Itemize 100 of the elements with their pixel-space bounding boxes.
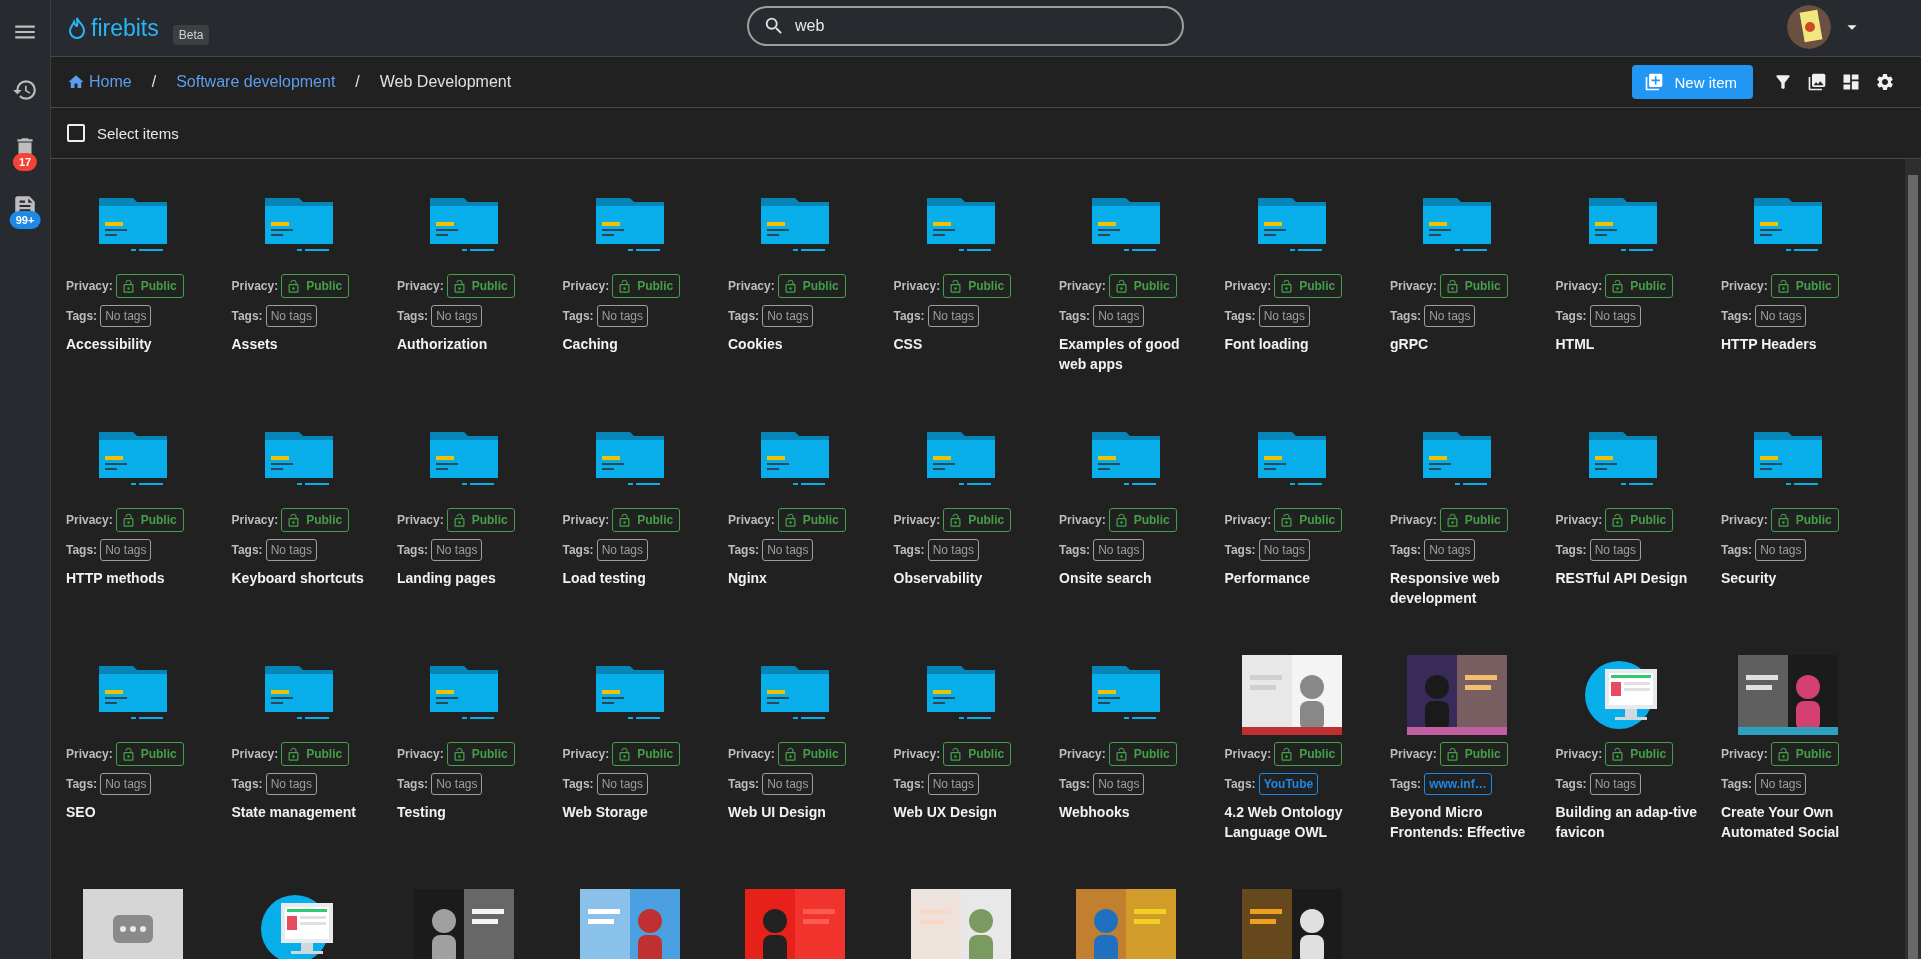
lock-icon [948,512,964,528]
breadcrumb-link[interactable]: Home [67,73,132,91]
item-title[interactable]: Building an adap-tive favicon [1555,802,1706,842]
privacy-chip: Public [1108,742,1177,766]
breadcrumb-link[interactable]: Software development [176,73,336,91]
breadcrumb-separator: / [355,73,360,91]
app-logo[interactable]: firebits [91,14,159,42]
tags-label: Tags: [893,543,925,557]
privacy-label: Privacy: [1555,747,1603,761]
privacy-chip: Public [612,742,681,766]
search-field[interactable]: web [747,6,1184,46]
item-title[interactable]: RESTful API Design [1555,568,1706,588]
item-title[interactable]: Onsite search [1059,568,1209,588]
privacy-chip: Public [612,508,681,532]
empty-tags-chip: No tags [431,305,483,327]
select-checkbox[interactable] [67,124,85,142]
tags-label: Tags: [397,309,429,323]
avatar[interactable] [1787,5,1831,49]
empty-tags-chip: No tags [1093,773,1145,795]
search-input[interactable]: web [793,16,1168,36]
tags-label: Tags: [1555,543,1587,557]
item-title[interactable]: Web UX Design [893,802,1044,822]
item-title[interactable]: Web UI Design [728,802,878,822]
privacy-label: Privacy: [1059,513,1106,527]
item-title[interactable]: Load testing [562,568,713,588]
item-title[interactable]: State management [231,802,382,822]
item-title[interactable]: Performance [1224,568,1375,588]
settings-icon[interactable] [1875,72,1895,92]
tags-label: Tags: [1059,309,1091,323]
feed-button[interactable]: 99+ [5,186,45,226]
item-title[interactable]: Assets [231,334,382,354]
privacy-label: Privacy: [728,747,775,761]
privacy-chip: Public [446,274,515,298]
lock-icon [948,278,964,294]
lock-icon [1279,512,1295,528]
privacy-label: Privacy: [893,279,941,293]
empty-tags-chip: No tags [1589,305,1641,327]
photo-library-icon[interactable] [1807,72,1827,92]
item-title[interactable]: Security [1721,568,1871,588]
privacy-chip: Public [115,508,184,532]
item-title[interactable]: Nginx [728,568,878,588]
lock-icon [286,746,302,762]
item-title[interactable]: Observability [893,568,1044,588]
tags-label: Tags: [1721,309,1753,323]
layout-icon[interactable] [1841,72,1861,92]
privacy-chip: Public [115,742,184,766]
empty-tags-chip: No tags [596,305,648,327]
privacy-chip: Public [777,508,846,532]
item-title[interactable]: Authorization [397,334,547,354]
item-title[interactable]: 4.2 Web Ontology Language OWL [1224,802,1375,842]
item-title[interactable]: CSS [893,334,1044,354]
empty-tags-chip: No tags [596,773,648,795]
item-title[interactable]: Testing [397,802,547,822]
item-title[interactable]: HTML [1555,334,1706,354]
search-icon [763,15,785,37]
privacy-label: Privacy: [562,747,610,761]
lock-icon [286,278,302,294]
item-title[interactable]: HTTP Headers [1721,334,1871,354]
privacy-chip: Public [1274,508,1343,532]
tags-label: Tags: [66,309,98,323]
tags-label: Tags: [562,777,594,791]
item-title[interactable]: Create Your Own Automated Social [1721,802,1871,842]
tag-chip[interactable]: YouTube [1258,773,1319,795]
item-title[interactable]: Webhooks [1059,802,1209,822]
empty-tags-chip: No tags [265,773,317,795]
tags-label: Tags: [728,777,760,791]
item-title[interactable]: gRPC [1390,334,1540,354]
item-title[interactable]: Landing pages [397,568,547,588]
item-title[interactable]: Accessibility [66,334,216,354]
tags-label: Tags: [893,309,925,323]
breadcrumb-separator: / [151,73,157,91]
empty-tags-chip: No tags [1755,773,1807,795]
item-title[interactable]: Cookies [728,334,878,354]
tags-label: Tags: [562,543,594,557]
item-title[interactable]: Web Storage [562,802,713,822]
tags-label: Tags: [1721,543,1753,557]
trash-button[interactable]: 17 [5,128,45,168]
empty-tags-chip: No tags [1755,305,1807,327]
item-title[interactable]: HTTP methods [66,568,216,588]
empty-tags-chip: No tags [1258,539,1310,561]
item-title[interactable]: Caching [562,334,713,354]
privacy-chip: Public [281,508,350,532]
item-title[interactable]: Keyboard shortcuts [231,568,382,588]
item-title[interactable]: Examples of good web apps [1059,334,1209,374]
privacy-chip: Public [1439,742,1508,766]
empty-tags-chip: No tags [762,773,814,795]
tags-label: Tags: [893,777,925,791]
privacy-label: Privacy: [66,279,113,293]
item-title[interactable]: Font loading [1224,334,1375,354]
lock-icon [617,278,633,294]
breadcrumb-link[interactable]: Web Development [379,73,512,91]
item-title[interactable]: Responsive web development [1390,568,1540,608]
scrollbar[interactable] [1905,159,1921,959]
item-title[interactable]: Beyond Micro Frontends: Effective [1390,802,1540,842]
privacy-chip: Public [1108,274,1177,298]
filter-icon[interactable] [1773,72,1793,92]
tag-chip[interactable]: www.inf… [1424,773,1492,795]
beta-badge: Beta [172,25,210,45]
privacy-label: Privacy: [231,279,279,293]
item-title[interactable]: SEO [66,802,216,822]
